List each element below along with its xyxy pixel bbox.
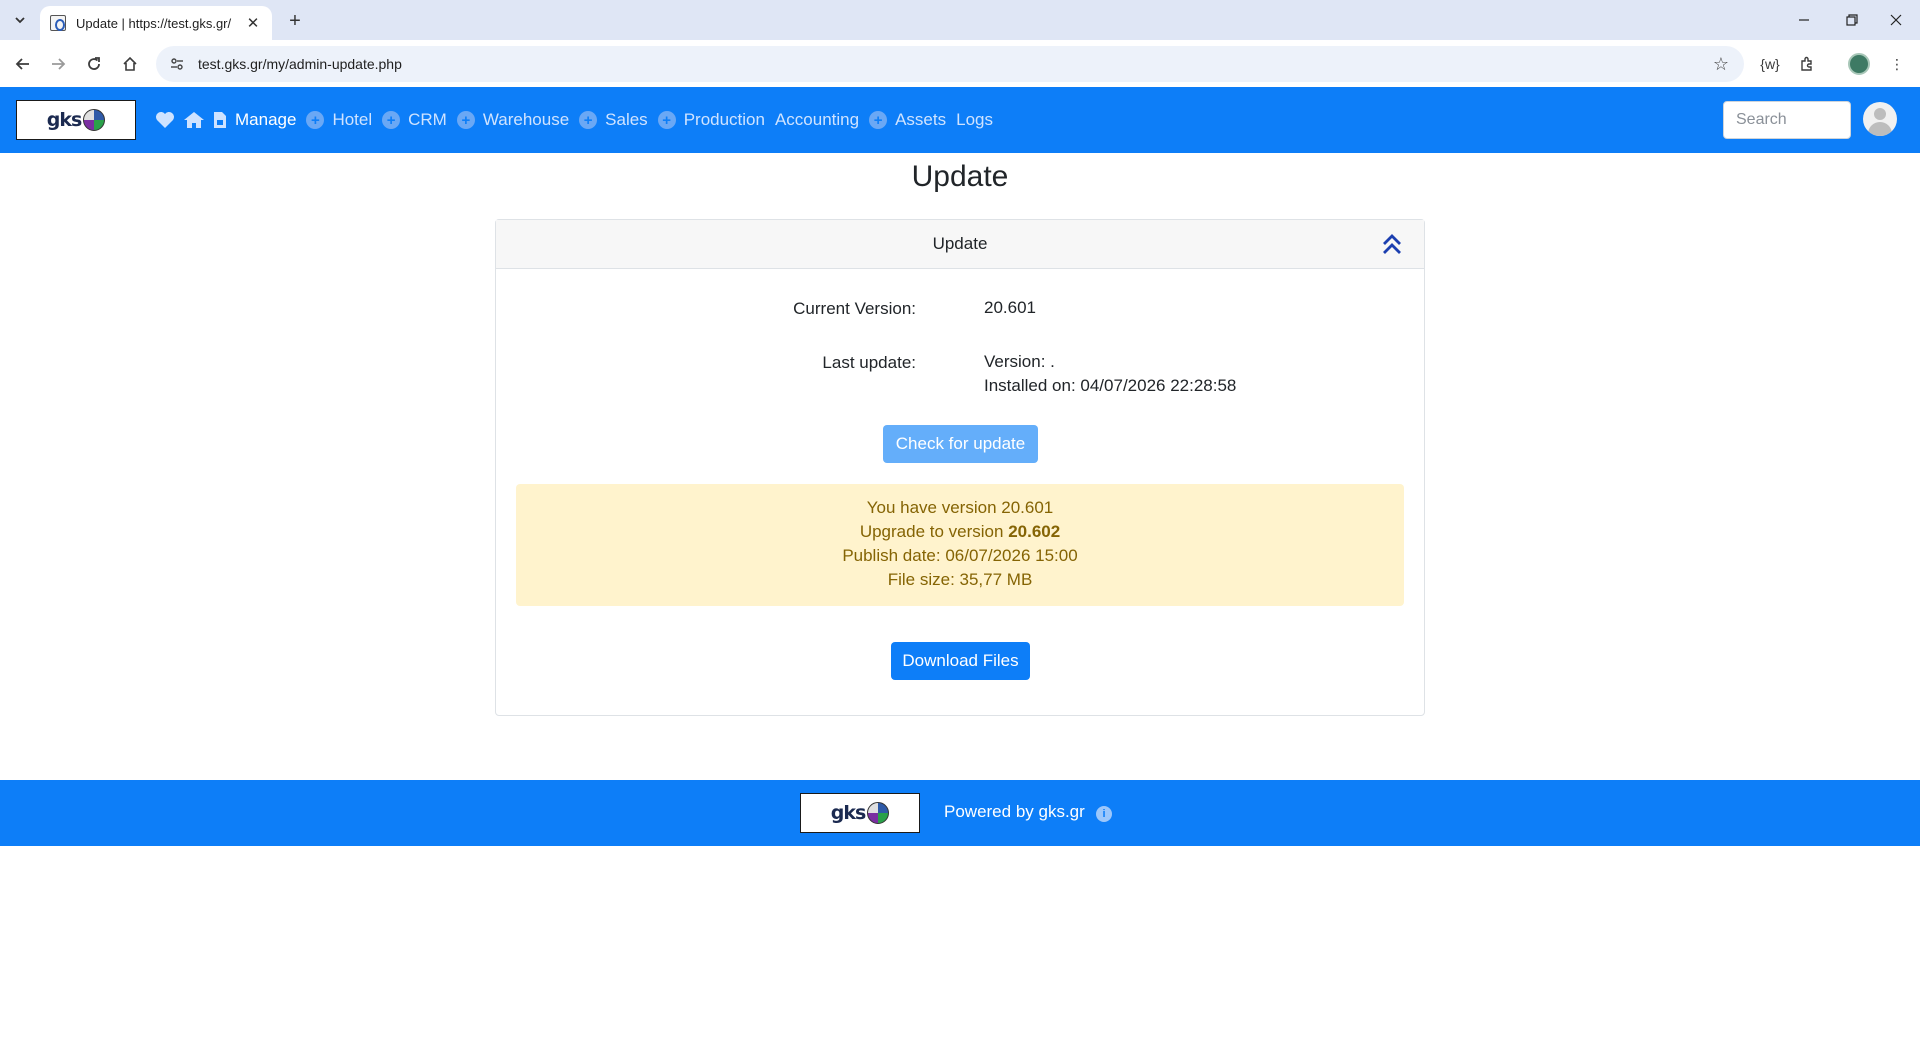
current-version-value: 20.601: [984, 298, 1036, 317]
profile-avatar-icon[interactable]: [1844, 49, 1874, 79]
address-bar[interactable]: test.gks.gr/my/admin-update.php ☆: [156, 46, 1744, 82]
footer: gks Powered by gks.gr i: [0, 780, 1920, 846]
search-input[interactable]: [1723, 101, 1851, 139]
app-navbar: gks Manage + Hotel + CRM + Warehouse + S…: [0, 87, 1920, 153]
gks-logo[interactable]: gks: [16, 100, 136, 140]
check-for-update-button[interactable]: Check for update: [883, 425, 1038, 463]
alert-current-version: You have version 20.601: [866, 498, 1054, 517]
last-update-installed: Installed on: 04/07/2026 22:28:58: [984, 376, 1237, 395]
card-header-title: Update: [932, 234, 988, 253]
site-favicon-icon: [50, 15, 66, 31]
tab-close-icon[interactable]: ✕: [244, 14, 262, 32]
main-menu: Manage + Hotel + CRM + Warehouse + Sales…: [155, 87, 1003, 153]
warehouse-plus-icon[interactable]: +: [456, 111, 475, 129]
home-icon[interactable]: [115, 49, 145, 79]
tab-title: Update | https://test.gks.gr/: [76, 15, 232, 31]
document-icon[interactable]: [213, 111, 227, 129]
alert-upgrade-line: Upgrade to version 20.602: [516, 520, 1404, 544]
current-version-label: Current Version:: [793, 299, 916, 318]
nav-accounting[interactable]: Accounting: [775, 110, 859, 130]
bookmark-star-icon[interactable]: ☆: [1706, 49, 1736, 79]
extensions-puzzle-icon[interactable]: [1792, 49, 1822, 79]
browser-tab-active[interactable]: Update | https://test.gks.gr/ ✕: [40, 6, 272, 40]
production-plus-icon[interactable]: +: [657, 111, 676, 129]
nav-manage[interactable]: Manage: [235, 110, 296, 130]
alert-file-size: File size: 35,77 MB: [887, 570, 1033, 589]
last-update-version: Version: .: [984, 352, 1055, 371]
home-house-icon[interactable]: [183, 111, 205, 129]
hotel-plus-icon[interactable]: +: [306, 111, 325, 129]
forward-arrow-icon[interactable]: [43, 49, 73, 79]
back-arrow-icon[interactable]: [8, 49, 38, 79]
info-icon[interactable]: i: [1096, 806, 1112, 822]
extension-icon[interactable]: {w}: [1755, 49, 1785, 79]
nav-production[interactable]: Production: [684, 110, 765, 130]
nav-crm[interactable]: CRM: [408, 110, 447, 130]
minimize-icon[interactable]: [1784, 6, 1824, 34]
nav-warehouse[interactable]: Warehouse: [483, 110, 569, 130]
site-info-icon[interactable]: [162, 49, 192, 79]
nav-sales[interactable]: Sales: [605, 110, 648, 130]
url-text[interactable]: test.gks.gr/my/admin-update.php: [198, 56, 1706, 72]
update-card: Update Current Version: 20.601 Last upda…: [495, 219, 1425, 716]
alert-upgrade-version: 20.602: [1008, 522, 1061, 541]
alert-upgrade-prefix: Upgrade to version: [859, 522, 1009, 541]
window-close-icon[interactable]: [1876, 6, 1916, 34]
alert-publish-date: Publish date: 06/07/2026 15:00: [842, 546, 1078, 565]
powered-by-text[interactable]: Powered by gks.gr: [944, 802, 1085, 822]
nav-assets[interactable]: Assets: [895, 110, 946, 130]
new-tab-plus-icon[interactable]: +: [282, 8, 308, 34]
update-available-alert: You have version 20.601 Upgrade to versi…: [516, 484, 1404, 606]
crm-plus-icon[interactable]: +: [382, 111, 401, 129]
user-avatar-icon[interactable]: [1863, 102, 1897, 136]
sales-plus-icon[interactable]: +: [579, 111, 598, 129]
assets-plus-icon[interactable]: +: [869, 111, 888, 129]
browser-menu-icon[interactable]: ⋮: [1882, 49, 1912, 79]
nav-hotel[interactable]: Hotel: [332, 110, 372, 130]
last-update-label: Last update:: [822, 353, 916, 372]
page-title: Update: [911, 160, 1009, 193]
footer-gks-logo[interactable]: gks: [800, 793, 920, 833]
browser-toolbar: test.gks.gr/my/admin-update.php ☆ {w} ⋮: [0, 40, 1920, 87]
card-header: Update: [496, 220, 1424, 269]
favorites-heart-icon[interactable]: [155, 111, 175, 129]
browser-tab-bar: Update | https://test.gks.gr/ ✕ +: [0, 0, 1920, 40]
nav-logs[interactable]: Logs: [956, 110, 993, 130]
restore-icon[interactable]: [1832, 6, 1872, 34]
download-files-button[interactable]: Download Files: [891, 642, 1030, 680]
reload-icon[interactable]: [79, 49, 109, 79]
collapse-double-chevron-up-icon[interactable]: [1380, 232, 1404, 256]
tab-list-chevron-icon[interactable]: [6, 8, 34, 32]
